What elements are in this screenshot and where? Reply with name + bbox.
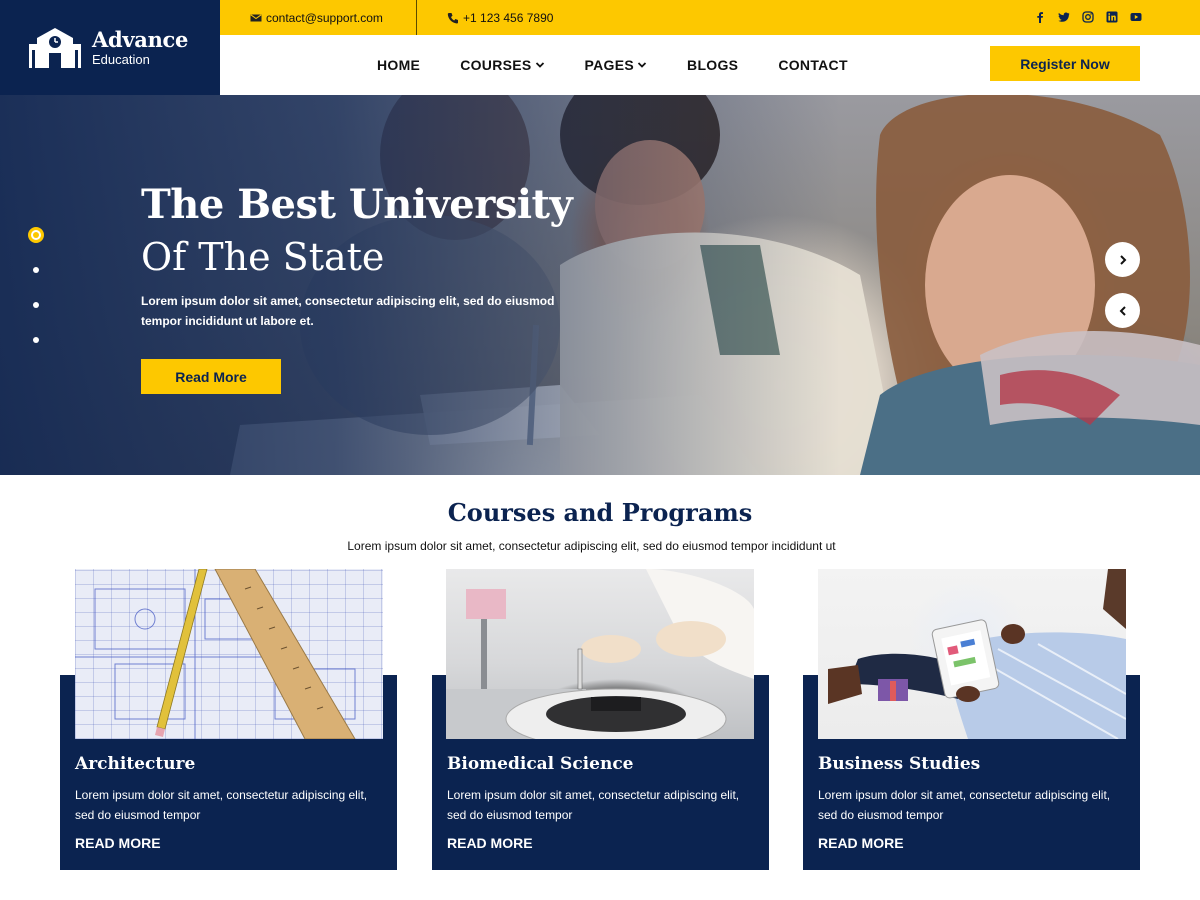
brand-title: Advance bbox=[92, 26, 189, 52]
course-image-biomedical-science[interactable] bbox=[446, 569, 754, 739]
course-image-business-studies[interactable] bbox=[818, 569, 1126, 739]
school-building-icon bbox=[28, 26, 82, 70]
instagram-icon[interactable] bbox=[1082, 11, 1094, 23]
nav-item-label: HOME bbox=[377, 57, 421, 73]
slider-dot[interactable] bbox=[33, 267, 39, 273]
phone-icon bbox=[447, 12, 459, 24]
main-nav: HOME COURSES PAGES BLOGS CONTACT Registe… bbox=[220, 35, 1200, 95]
slider-dot-active[interactable] bbox=[28, 227, 44, 243]
chevron-down-icon bbox=[535, 62, 544, 68]
nav-item-contact[interactable]: CONTACT bbox=[778, 57, 848, 73]
slider-dot[interactable] bbox=[33, 337, 39, 343]
course-image-architecture[interactable] bbox=[75, 569, 383, 739]
contact-phone-text: +1 123 456 7890 bbox=[463, 10, 554, 25]
course-read-more-link[interactable]: READ MORE bbox=[75, 835, 161, 851]
social-links bbox=[1034, 11, 1142, 23]
nav-item-label: BLOGS bbox=[687, 57, 739, 73]
top-bar: contact@support.com +1 123 456 7890 bbox=[220, 0, 1200, 35]
contact-email[interactable]: contact@support.com bbox=[220, 0, 417, 35]
contact-email-text: contact@support.com bbox=[266, 10, 383, 25]
register-now-button[interactable]: Register Now bbox=[990, 46, 1140, 81]
course-title: Architecture bbox=[75, 754, 196, 774]
brand-logo[interactable]: Advance Education bbox=[0, 0, 220, 95]
section-subtitle: Lorem ipsum dolor sit amet, consectetur … bbox=[347, 539, 836, 553]
nav-menu: HOME COURSES PAGES BLOGS CONTACT bbox=[377, 35, 848, 95]
hero-title: The Best University bbox=[141, 181, 573, 228]
course-description: Lorem ipsum dolor sit amet, consectetur … bbox=[447, 788, 740, 822]
slider-prev-button[interactable] bbox=[1105, 293, 1140, 328]
course-read-more-link[interactable]: READ MORE bbox=[447, 835, 533, 851]
nav-item-blogs[interactable]: BLOGS bbox=[687, 57, 738, 73]
course-title: Biomedical Science bbox=[447, 754, 634, 774]
nav-item-courses[interactable]: COURSES bbox=[460, 57, 544, 73]
nav-item-home[interactable]: HOME bbox=[377, 57, 420, 73]
nav-item-label: CONTACT bbox=[778, 57, 848, 73]
read-more-button[interactable]: Read More bbox=[141, 359, 281, 394]
course-title: Business Studies bbox=[818, 754, 981, 774]
slider-next-button[interactable] bbox=[1105, 242, 1140, 277]
course-description: Lorem ipsum dolor sit amet, consectetur … bbox=[75, 788, 368, 822]
chevron-right-icon bbox=[1119, 254, 1126, 265]
nav-item-pages[interactable]: PAGES bbox=[585, 57, 647, 73]
twitter-icon[interactable] bbox=[1058, 11, 1070, 23]
nav-item-label: COURSES bbox=[460, 57, 532, 73]
hero-description: Lorem ipsum dolor sit amet, consectetur … bbox=[141, 294, 555, 328]
contact-phone[interactable]: +1 123 456 7890 bbox=[417, 0, 553, 35]
course-read-more-link[interactable]: READ MORE bbox=[818, 835, 904, 851]
slider-dots bbox=[28, 227, 44, 347]
nav-item-label: PAGES bbox=[584, 57, 635, 73]
youtube-icon[interactable] bbox=[1130, 11, 1142, 23]
chevron-left-icon bbox=[1119, 305, 1126, 316]
slider-dot[interactable] bbox=[33, 302, 39, 308]
chevron-down-icon bbox=[637, 62, 647, 68]
section-title: Courses and Programs bbox=[447, 498, 753, 527]
hero-slider: The Best University Of The State Lorem i… bbox=[0, 95, 1200, 475]
hero-overlay bbox=[0, 95, 1200, 475]
course-description: Lorem ipsum dolor sit amet, consectetur … bbox=[818, 788, 1111, 822]
brand-subtitle: Education bbox=[92, 51, 150, 67]
envelope-icon bbox=[250, 12, 262, 24]
facebook-icon[interactable] bbox=[1034, 11, 1046, 23]
linkedin-icon[interactable] bbox=[1106, 11, 1118, 23]
hero-subtitle: Of The State bbox=[141, 235, 385, 279]
